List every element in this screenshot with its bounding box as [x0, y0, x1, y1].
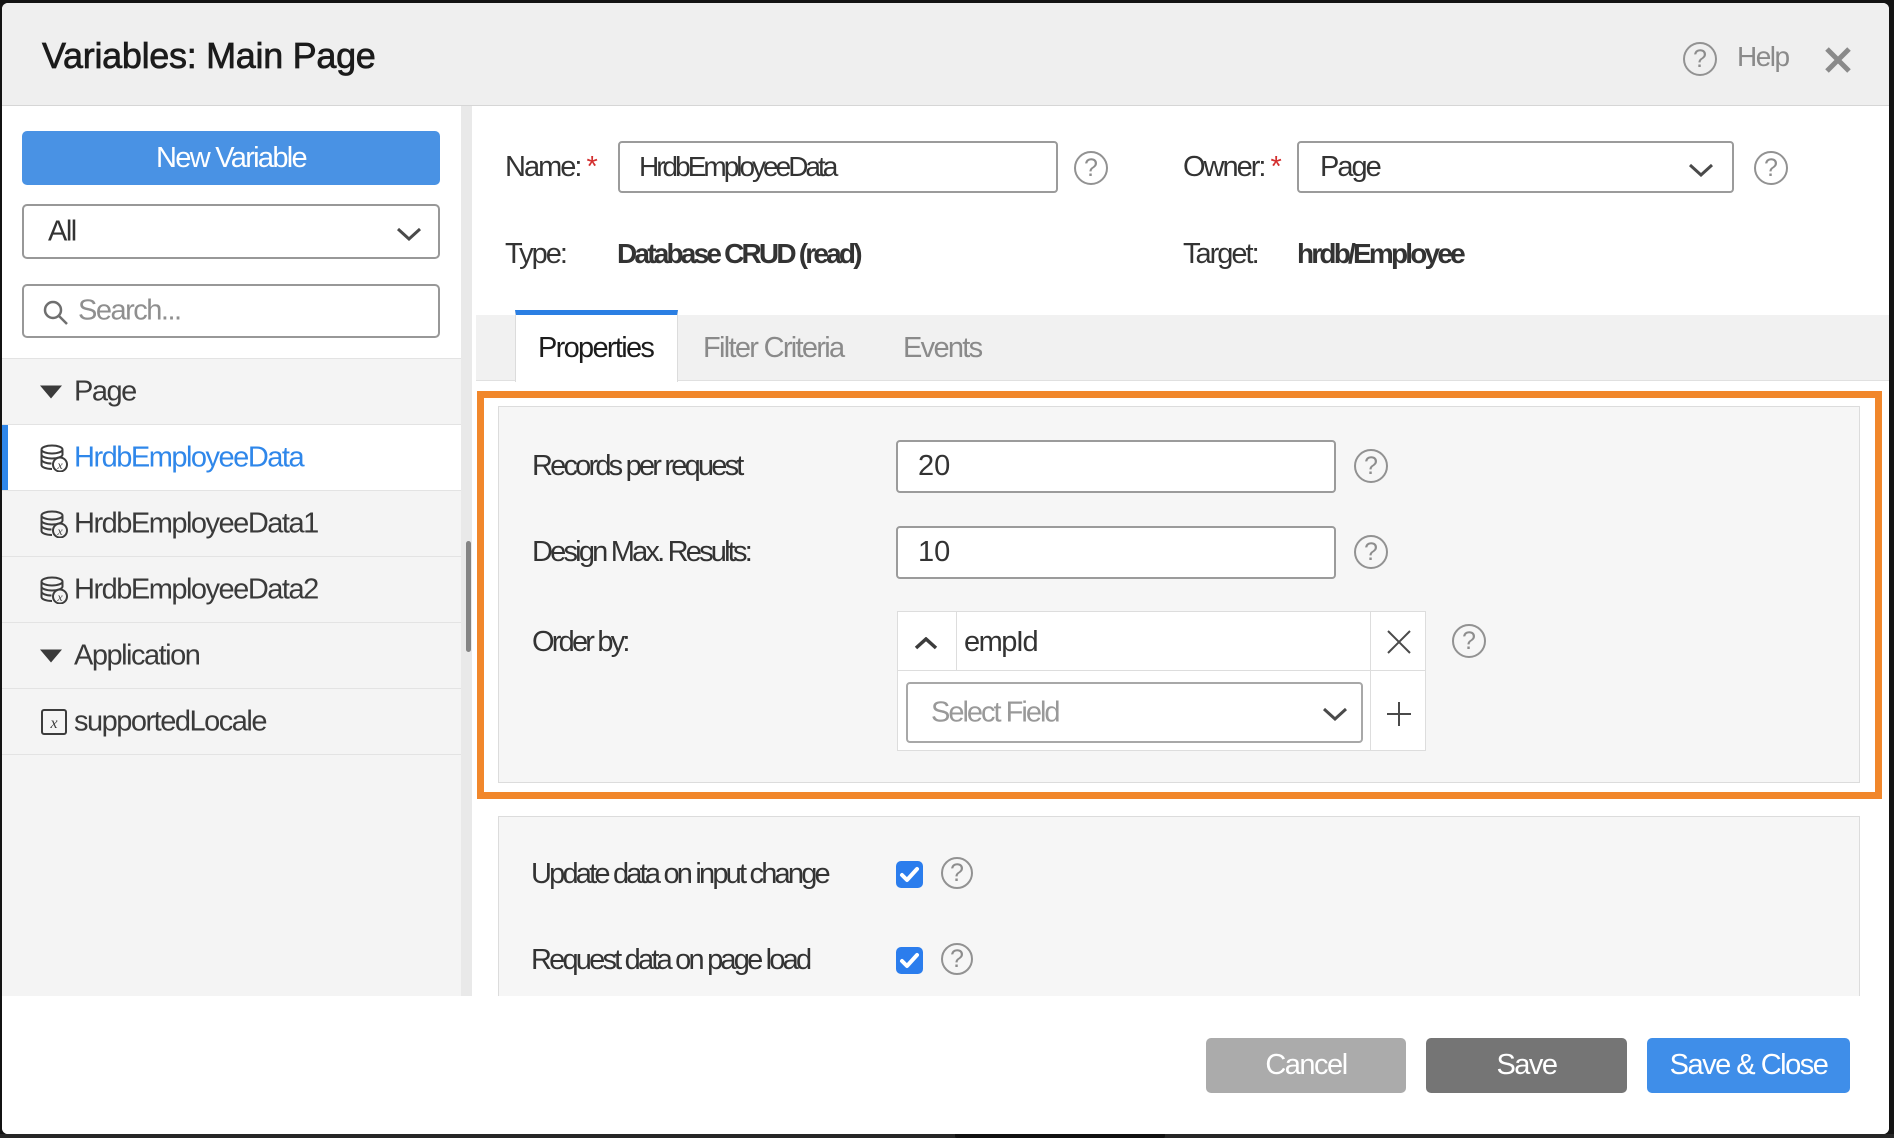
svg-text:x: x: [56, 524, 63, 538]
svg-text:x: x: [49, 715, 57, 732]
svg-text:x: x: [56, 590, 63, 604]
svg-text:x: x: [56, 458, 63, 472]
